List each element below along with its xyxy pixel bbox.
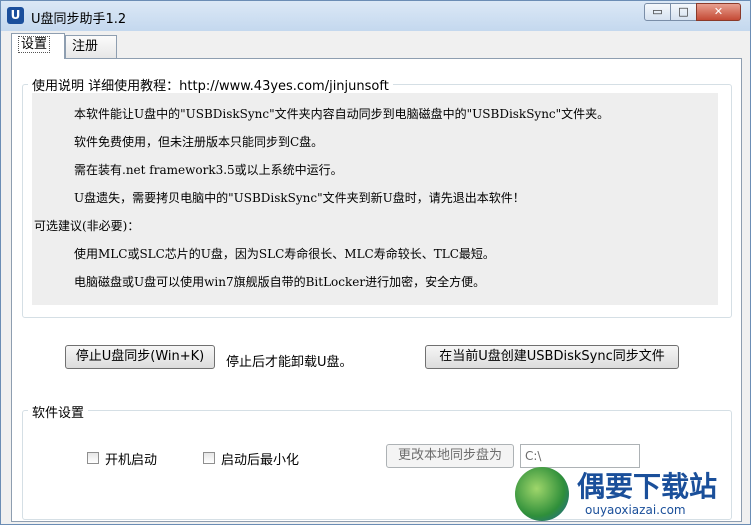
minimize-button[interactable]: ▭ [644,3,671,21]
window-title: U盘同步助手1.2 [31,12,127,27]
watermark-url: ouyaoxiazai.com [585,503,686,517]
minimize-label[interactable]: 启动后最小化 [221,449,299,468]
settings-panel: 使用说明 详细使用教程：http://www.43yes.com/jinjuns… [11,58,742,522]
app-icon: U [7,7,24,24]
usage-line: 电脑磁盘或U盘可以使用win7旗舰版自带的BitLocker进行加密，安全方便。 [74,275,486,289]
stop-note: 停止后才能卸载U盘。 [226,355,353,370]
usage-line: U盘遗失，需要拷贝电脑中的"USBDiskSync"文件夹到新U盘时，请先退出本… [74,191,525,205]
usage-textbox[interactable]: 本软件能让U盘中的"USBDiskSync"文件夹内容自动同步到电脑磁盘中的"U… [32,93,718,305]
watermark: 偶要下载站 ouyaoxiazai.com [511,463,751,525]
usage-line: 需在装有.net framework3.5或以上系统中运行。 [74,163,343,177]
close-button[interactable]: ✕ [696,3,741,21]
watermark-brand: 偶要下载站 [577,470,718,503]
tab-settings-label: 设置 [18,36,51,53]
app-window: U U盘同步助手1.2 ▭ □ ✕ 设置 注册 使用说明 详细使用教程：http… [0,0,751,525]
software-settings-label: 软件设置 [28,402,89,421]
usage-group-label: 使用说明 详细使用教程：http://www.43yes.com/jinjuns… [28,75,393,94]
create-sync-folder-button[interactable]: 在当前U盘创建USBDiskSync同步文件 [425,345,679,369]
change-local-disk-button[interactable]: 更改本地同步盘为 [386,444,514,468]
watermark-logo-icon [515,467,569,521]
maximize-button[interactable]: □ [670,3,697,21]
tab-register[interactable]: 注册 [65,35,117,59]
title-bar[interactable]: U U盘同步助手1.2 ▭ □ ✕ [1,1,750,31]
minimize-checkbox[interactable] [203,452,215,464]
usage-line: 可选建议(非必要)： [34,219,140,233]
tab-register-label: 注册 [72,39,99,54]
usage-line: 软件免费使用，但未注册版本只能同步到C盘。 [74,135,324,149]
stop-sync-button[interactable]: 停止U盘同步(Win+K) [65,345,215,369]
tab-settings[interactable]: 设置 [11,33,65,59]
autostart-label[interactable]: 开机启动 [105,449,157,468]
usage-line: 本软件能让U盘中的"USBDiskSync"文件夹内容自动同步到电脑磁盘中的"U… [74,107,610,121]
autostart-checkbox[interactable] [87,452,99,464]
usage-line: 使用MLC或SLC芯片的U盘，因为SLC寿命很长、MLC寿命较长、TLC最短。 [74,247,495,261]
